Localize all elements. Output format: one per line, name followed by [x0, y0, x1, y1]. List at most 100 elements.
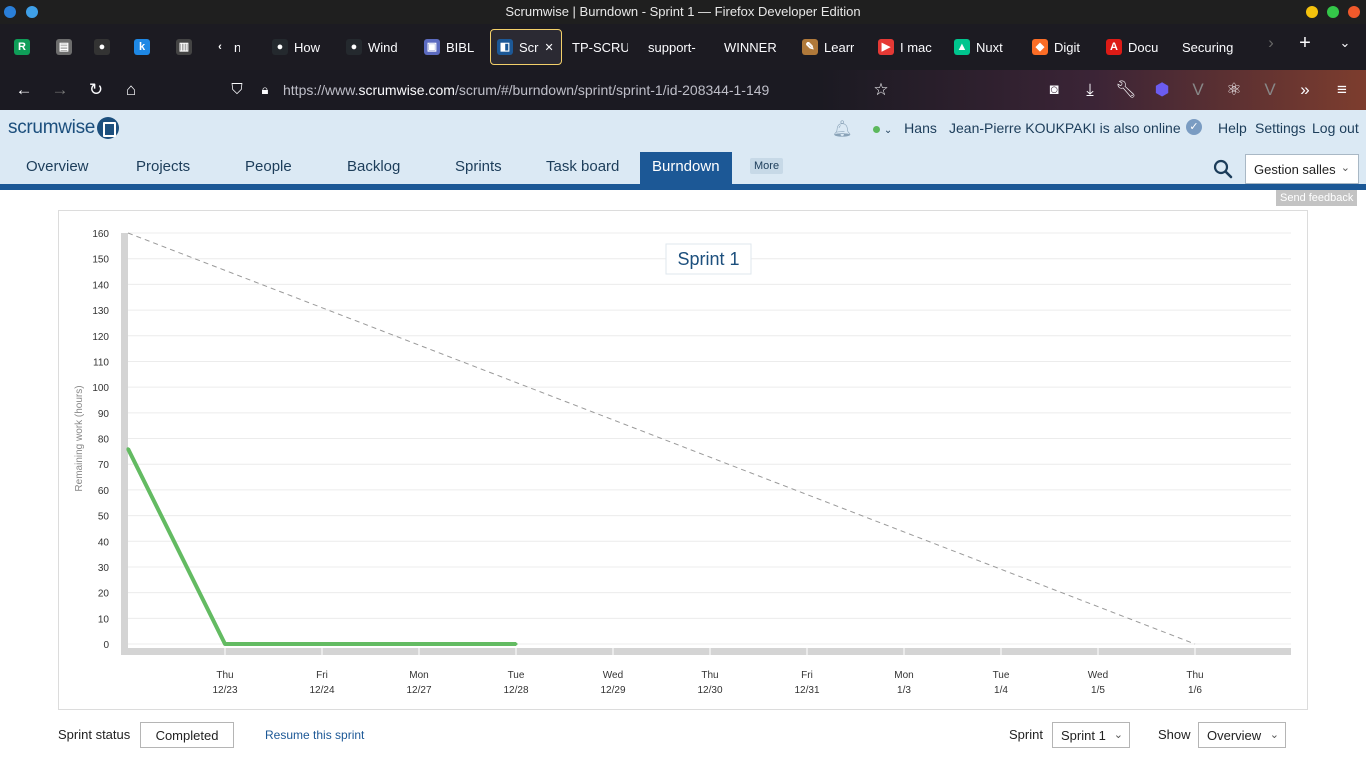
show-label: Show [1158, 727, 1191, 742]
maximize-button[interactable] [1327, 6, 1339, 18]
search-icon[interactable] [1212, 158, 1234, 180]
x-tick-day: Fri [316, 670, 328, 681]
browser-tab[interactable]: ▣ BIBL [418, 29, 484, 65]
notifications-bell-icon[interactable]: 🔔︎ [832, 119, 852, 139]
browser-tab[interactable]: TP-SCRU [566, 29, 634, 65]
browser-tab-label: BIBL [446, 39, 475, 55]
show-select[interactable]: Overview ⌄ [1198, 722, 1286, 748]
close-tab-icon[interactable]: ✕ [545, 41, 554, 54]
browser-tab[interactable]: ● [88, 29, 116, 65]
browser-nav-bar: ← → ↻ ⌂ ⛉ 🔒︎ https://www.scrumwise.com/s… [0, 70, 1366, 110]
minimize-button[interactable] [1306, 6, 1318, 18]
x-tick-date: 12/29 [600, 685, 625, 696]
resume-sprint-link[interactable]: Resume this sprint [265, 728, 364, 742]
lock-icon[interactable]: 🔒︎ [254, 79, 276, 101]
x-tick-day: Thu [216, 670, 233, 681]
logout-link[interactable]: Log out [1312, 120, 1359, 136]
y-tick-label: 70 [98, 460, 110, 471]
browser-tab[interactable]: ▥ [170, 29, 198, 65]
reload-icon[interactable]: ↻ [85, 79, 107, 101]
browser-tab-label: Digit [1054, 39, 1081, 55]
hamburger-menu-icon[interactable]: ≡ [1331, 79, 1353, 101]
y-tick-label: 10 [98, 614, 110, 625]
overflow-menu-icon[interactable]: » [1294, 79, 1316, 101]
check-circle-icon[interactable]: ✓ [1186, 119, 1202, 135]
browser-tab[interactable]: ● Wind [340, 29, 408, 65]
y-tick-label: 100 [92, 383, 109, 394]
online-users-menu[interactable]: Jean-Pierre KOUKPAKI is also online ⌄ [949, 120, 1196, 136]
help-link[interactable]: Help [1218, 120, 1247, 136]
browser-tab[interactable]: ◆ Digit [1026, 29, 1094, 65]
browser-tab-label: TP-SCRU [572, 39, 628, 55]
github-icon: ● [346, 39, 362, 55]
browser-tab[interactable]: ◧ Scr ✕ [490, 29, 562, 65]
more-button[interactable]: More [750, 158, 784, 174]
browser-tab[interactable]: Securing [1176, 29, 1246, 65]
browser-tab[interactable]: ● How [266, 29, 330, 65]
browser-tab[interactable]: ▶ I mac [872, 29, 940, 65]
vue-devtools-icon[interactable]: V [1187, 79, 1209, 101]
tab-burndown[interactable]: Burndown [640, 152, 732, 184]
list-all-tabs-icon[interactable]: ⌄ [1334, 32, 1356, 54]
browser-tab[interactable]: ▤ [50, 29, 78, 65]
chevron-left-icon: ‹ [218, 41, 222, 53]
tab-people[interactable]: People [233, 152, 304, 184]
tab-task-board[interactable]: Task board [534, 152, 631, 184]
user-menu[interactable]: ⌄ Hans [873, 120, 937, 136]
browser-tab[interactable]: ✎ Learr [796, 29, 864, 65]
downloads-icon[interactable]: ⤓ [1079, 79, 1101, 101]
react-devtools-icon[interactable]: ⚛ [1223, 79, 1245, 101]
new-tab-button[interactable]: + [1294, 32, 1316, 54]
tab-backlog[interactable]: Backlog [335, 152, 412, 184]
chart-title: Sprint 1 [677, 249, 739, 269]
notebook-icon: ▥ [176, 39, 192, 55]
browser-tab[interactable]: ‹ nfi [206, 29, 246, 65]
pocket-icon[interactable]: ◙ [1043, 79, 1065, 101]
browser-tab[interactable]: WINNER [718, 29, 788, 65]
actual-point [514, 642, 518, 646]
x-tick-date: 1/6 [1188, 685, 1202, 696]
back-icon[interactable]: ← [13, 79, 35, 101]
url-text[interactable]: https://www.scrumwise.com/scrum/#/burndo… [283, 82, 769, 98]
browser-tab-label: support- [648, 39, 696, 55]
url-bar[interactable]: ⛉ 🔒︎ https://www.scrumwise.com/scrum/#/b… [226, 76, 906, 104]
project-select[interactable]: Gestion salles ⌄ [1245, 154, 1359, 184]
tab-projects[interactable]: Projects [124, 152, 202, 184]
chevron-down-icon: ⌄ [1269, 729, 1279, 741]
burndown-chart: 0 10 20 30 40 50 60 70 80 90 100 110 120 130 140 150 160… [58, 210, 1308, 710]
browser-tab[interactable]: k [128, 29, 156, 65]
tab-sprints[interactable]: Sprints [443, 152, 514, 184]
user-name: Hans [904, 120, 937, 136]
x-tick-day: Tue [508, 670, 525, 681]
settings-link[interactable]: Settings [1255, 120, 1306, 136]
close-window-button[interactable] [1348, 6, 1360, 18]
scrumwise-logo[interactable]: scrumwise [8, 117, 120, 139]
forward-icon[interactable]: → [49, 79, 71, 101]
tabs-scroll-right-icon[interactable]: › [1260, 32, 1282, 54]
sprint-status-value[interactable]: Completed [140, 722, 234, 748]
x-tick-date: 12/31 [794, 685, 819, 696]
shield-icon[interactable]: ⛉ [226, 79, 248, 101]
y-tick-label: 50 [98, 512, 110, 523]
browser-tab[interactable]: ▲ Nuxt [948, 29, 1018, 65]
browser-tab[interactable]: A Docu [1100, 29, 1168, 65]
bookmark-star-icon[interactable]: ☆ [870, 79, 892, 101]
home-icon[interactable]: ⌂ [120, 79, 142, 101]
browser-tab-label: I mac [900, 39, 932, 55]
browser-tab[interactable]: support- [642, 29, 710, 65]
tab-overview[interactable]: Overview [14, 152, 101, 184]
wrench-icon[interactable]: 🔧︎ [1115, 79, 1137, 101]
sprint-select[interactable]: Sprint 1 ⌄ [1052, 722, 1130, 748]
send-feedback-button[interactable]: Send feedback [1276, 190, 1358, 206]
browser-tab[interactable]: R [8, 29, 36, 65]
x-tick-date: 1/4 [994, 685, 1008, 696]
actual-point [417, 642, 421, 646]
y-tick-label: 20 [98, 589, 110, 600]
extension-hexagon-icon[interactable]: ⬢ [1151, 79, 1173, 101]
burndown-footer: Sprint status Completed Resume this spri… [0, 718, 1366, 758]
youtube-icon: ▶ [878, 39, 894, 55]
y-tick-label: 60 [98, 486, 110, 497]
vue-devtools-2-icon[interactable]: V [1259, 79, 1281, 101]
x-tick-date: 12/28 [503, 685, 528, 696]
y-tick-label: 30 [98, 563, 110, 574]
